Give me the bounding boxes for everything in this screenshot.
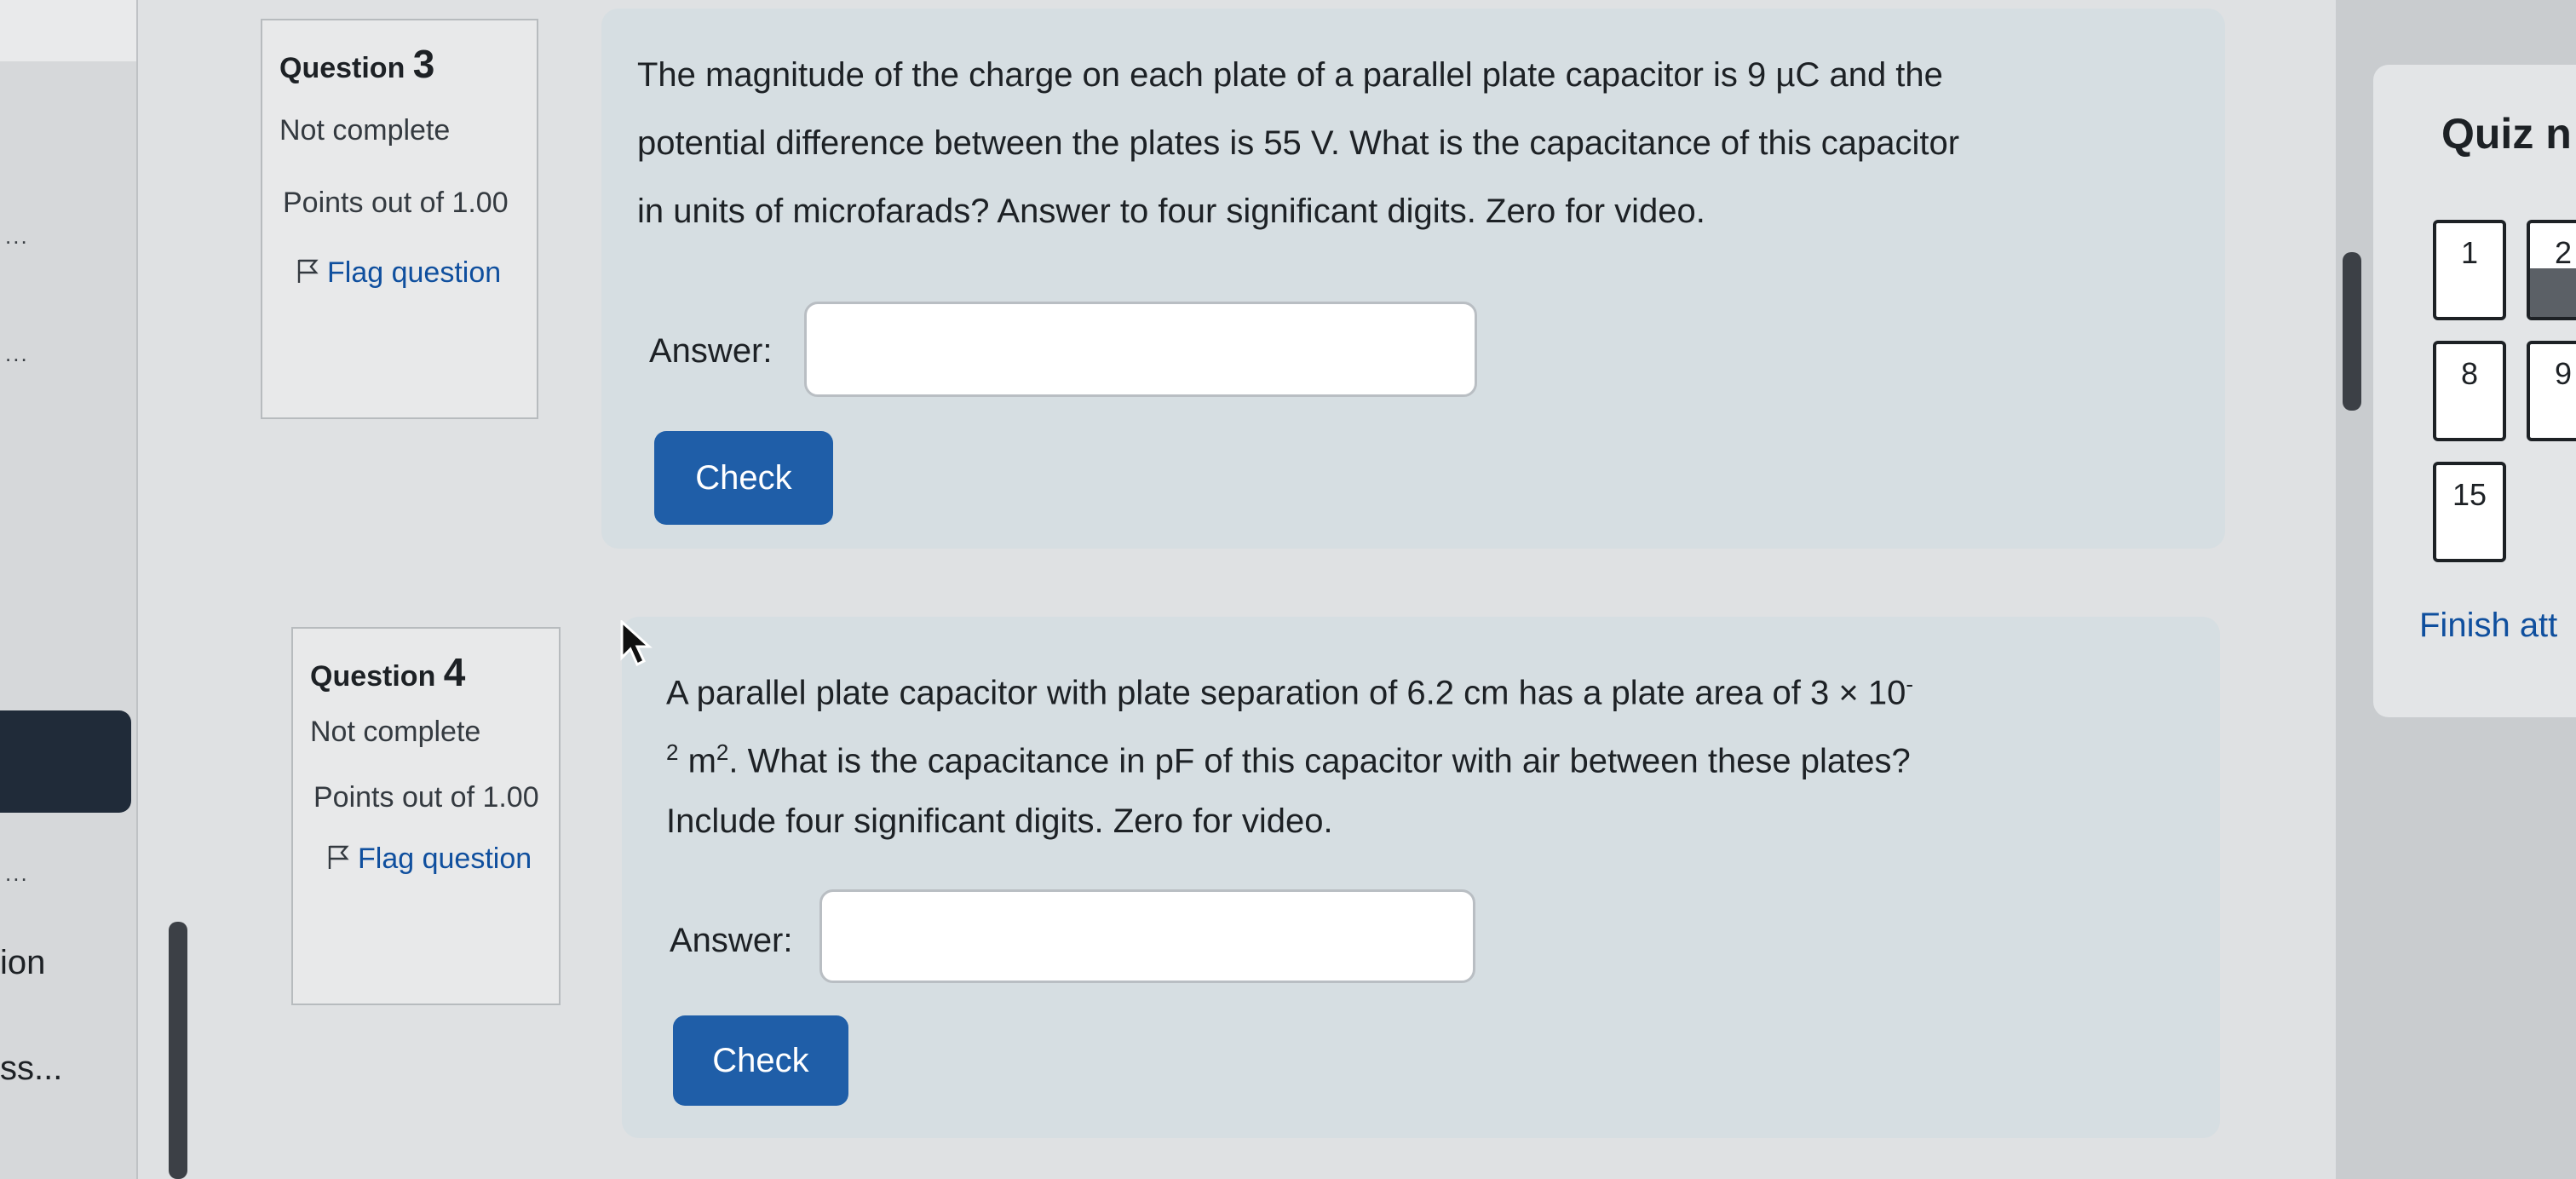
quiz-navigation-title: Quiz n (2441, 110, 2572, 158)
question-state: Not complete (279, 114, 451, 147)
mouse-pointer-icon (620, 620, 653, 667)
answer-label: Answer: (670, 922, 793, 959)
flag-question-label: Flag question (327, 256, 502, 289)
question-text: A parallel plate capacitor with plate se… (666, 671, 1914, 840)
question-text: The magnitude of the charge on each plat… (637, 56, 1960, 230)
question-number: Question 3 (279, 42, 435, 86)
answer-input[interactable] (819, 889, 1475, 983)
flag-question-label: Flag question (358, 843, 532, 875)
flag-question-button[interactable]: Flag question (327, 836, 542, 882)
course-index-drawer: ... ... ... ion ss... (0, 0, 138, 1179)
flag-icon (328, 845, 349, 869)
course-item-ellipsis[interactable]: ... (5, 860, 29, 887)
course-item-label[interactable]: ion (0, 944, 45, 982)
answer-input[interactable] (804, 302, 1477, 397)
course-item-label[interactable]: ss... (0, 1050, 62, 1088)
quiz-nav-button-1[interactable]: 1 (2433, 220, 2506, 320)
flag-icon (297, 259, 319, 283)
drawer-header (0, 0, 136, 61)
page-scrollbar-thumb[interactable] (169, 922, 187, 1179)
course-item-ellipsis[interactable]: ... (5, 223, 29, 250)
question-3-content: The magnitude of the charge on each plat… (601, 9, 2225, 549)
question-state: Not complete (310, 716, 481, 748)
quiz-nav-button-9[interactable]: 9 (2527, 341, 2576, 441)
quiz-nav-button-15[interactable]: 15 (2433, 462, 2506, 562)
content-scrollbar-thumb[interactable] (2343, 252, 2361, 411)
question-grade: Points out of 1.00 (313, 781, 539, 814)
question-4-info: Question 4 Not complete Points out of 1.… (291, 627, 561, 1005)
check-button[interactable]: Check (673, 1015, 848, 1106)
answer-label: Answer: (649, 332, 773, 370)
question-4-content: A parallel plate capacitor with plate se… (622, 617, 2220, 1138)
course-item-ellipsis[interactable]: ... (5, 341, 29, 367)
quiz-nav-button-8[interactable]: 8 (2433, 341, 2506, 441)
quiz-nav-button-2[interactable]: 2 (2527, 220, 2576, 320)
question-number: Question 4 (310, 650, 466, 694)
answered-indicator (2530, 267, 2576, 317)
question-3-info: Question 3 Not complete Points out of 1.… (261, 19, 538, 419)
finish-attempt-link[interactable]: Finish att (2419, 607, 2557, 645)
check-button[interactable]: Check (654, 431, 833, 525)
flag-question-button[interactable]: Flag question (296, 250, 520, 296)
course-item-active[interactable] (0, 710, 131, 813)
question-grade: Points out of 1.00 (283, 187, 509, 219)
